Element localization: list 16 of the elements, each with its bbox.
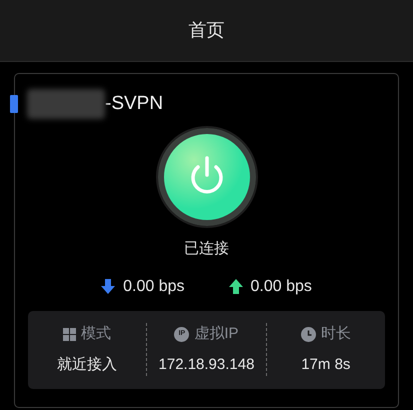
clock-icon (300, 326, 316, 342)
speed-value: 0.00 bps (250, 276, 312, 296)
stat-value: 就近接入 (57, 354, 118, 374)
stat-value: 172.18.93.148 (158, 354, 254, 374)
accent-bar (10, 95, 18, 113)
page-title: 首页 (188, 19, 224, 42)
down-arrow-icon (101, 279, 116, 294)
stat-label: 模式 (81, 324, 112, 344)
stat-value: 17m 8s (301, 354, 350, 374)
stat-label: 虚拟IP (194, 324, 239, 344)
up-arrow-icon (228, 279, 242, 294)
connection-status: 已连接 (184, 239, 229, 259)
stat-label: 时长 (320, 324, 351, 344)
speed-value: 0.00 bps (123, 276, 184, 296)
grid-icon (63, 328, 76, 341)
server-name: -SVPN (105, 92, 164, 116)
